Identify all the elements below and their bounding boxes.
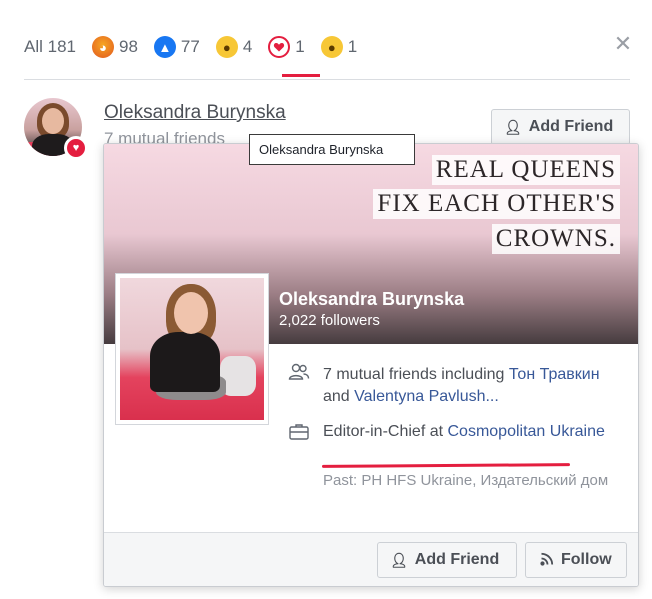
angry-icon: ◕: [91, 36, 114, 58]
add-friend-icon: 👤︎: [504, 118, 522, 135]
card-add-friend-button[interactable]: 👤︎ Add Friend: [377, 542, 517, 578]
follow-button[interactable]: Follow: [525, 542, 627, 578]
card-profile-name[interactable]: Oleksandra Burynska: [279, 289, 464, 310]
follow-label: Follow: [561, 551, 612, 568]
mutual-prefix: 7 mutual friends including: [323, 366, 509, 383]
add-friend-button[interactable]: 👤︎ Add Friend: [491, 109, 630, 145]
tab-like[interactable]: ▲ 77: [153, 36, 200, 58]
mutual-friends-icon: [288, 362, 310, 384]
tab-angry[interactable]: ◕ 98: [91, 36, 138, 58]
tab-love-count: 1: [295, 37, 305, 56]
haha-icon: ●: [320, 36, 343, 58]
work-info: Editor-in-Chief at Cosmopolitan Ukraine: [323, 421, 623, 443]
rss-icon: [540, 552, 554, 569]
mutual-friend-link-1[interactable]: Тон Травкин: [509, 366, 600, 383]
like-icon: ▲: [153, 36, 176, 58]
cover-quote-line-3: CROWNS.: [491, 224, 620, 254]
card-add-friend-label: Add Friend: [414, 551, 500, 568]
profile-picture[interactable]: [115, 273, 269, 425]
red-annotation-underline: [321, 463, 571, 468]
tab-all[interactable]: All 181: [24, 37, 76, 57]
card-followers-count: 2,022 followers: [279, 312, 380, 329]
wow-icon: ●: [215, 36, 238, 58]
active-tab-indicator: [282, 74, 320, 77]
profile-hover-card: REAL QUEENS FIX EACH OTHER'S CROWNS. Ole…: [103, 143, 639, 587]
tab-love[interactable]: 1: [268, 36, 305, 58]
add-friend-label: Add Friend: [528, 118, 614, 135]
reaction-tabs: All 181 ◕ 98 ▲ 77 ● 4 1 ● 1: [24, 34, 373, 60]
mutual-joiner: and: [323, 388, 355, 405]
divider: [24, 79, 630, 80]
love-icon: [268, 36, 291, 58]
tab-haha[interactable]: ● 1: [320, 36, 358, 58]
briefcase-icon: [288, 422, 310, 444]
love-reaction-badge-icon: ♥: [64, 136, 88, 160]
mutual-friend-link-2[interactable]: Valentyna Pavlush...: [354, 388, 499, 405]
tab-wow[interactable]: ● 4: [215, 36, 253, 58]
tab-like-count: 77: [180, 37, 200, 56]
cover-quote-line-1: REAL QUEENS: [431, 155, 620, 185]
mutual-friends-info: 7 mutual friends including Тон Травкин a…: [323, 364, 623, 408]
tab-haha-count: 1: [347, 37, 358, 56]
cover-quote-line-2: FIX EACH OTHER'S: [373, 189, 620, 219]
add-friend-icon: 👤︎: [390, 551, 408, 568]
reactor-name-link[interactable]: Oleksandra Burynska: [104, 102, 286, 124]
name-tooltip: Oleksandra Burynska: [249, 134, 415, 165]
past-work-info: Past: PH HFS Ukraine, Издательский дом: [323, 472, 609, 489]
close-icon[interactable]: ✕: [612, 33, 634, 55]
work-prefix: Editor-in-Chief at: [323, 423, 448, 440]
company-link[interactable]: Cosmopolitan Ukraine: [448, 423, 605, 440]
tab-wow-count: 4: [242, 37, 253, 56]
tab-angry-count: 98: [118, 37, 138, 56]
